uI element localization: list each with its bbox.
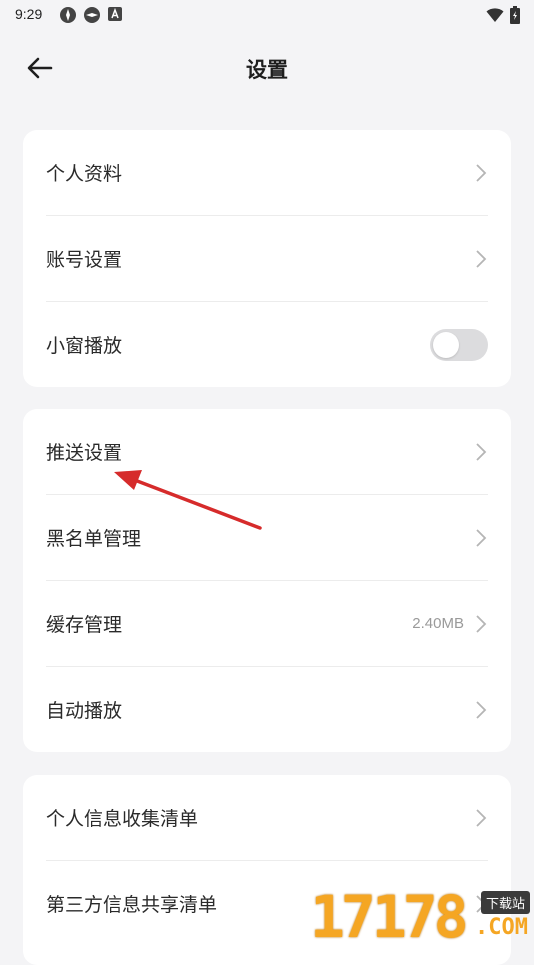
row-label: 小窗播放: [46, 335, 123, 357]
app-notification-icon: [60, 7, 76, 23]
row-label: 缓存管理: [46, 614, 123, 636]
settings-row-blacklist[interactable]: 黑名单管理: [46, 494, 488, 580]
header: 设置: [0, 40, 534, 96]
watermark-badge: 下载站: [480, 891, 530, 914]
toggle-knob: [433, 331, 459, 358]
settings-row-cache[interactable]: 缓存管理 2.40MB: [46, 580, 488, 666]
watermark-logo: 17178 下载站 .COM: [310, 885, 534, 950]
settings-row-autoplay[interactable]: 自动播放: [46, 666, 488, 752]
settings-group-general: 推送设置 黑名单管理 缓存管理 2.40MB 自动播放: [23, 409, 511, 752]
row-label: 个人信息收集清单: [46, 808, 199, 830]
status-notification-icons: [59, 6, 123, 24]
status-bar: 9:29: [0, 0, 534, 30]
watermark-digits: 17178: [310, 883, 469, 951]
app-notification-icon: [84, 7, 100, 23]
settings-row-mini-window: 小窗播放: [46, 301, 488, 387]
battery-icon: [510, 6, 520, 24]
row-label: 第三方信息共享清单: [46, 894, 218, 916]
chevron-right-icon: [474, 613, 488, 635]
settings-row-account[interactable]: 账号设置: [46, 215, 488, 301]
status-time: 9:29: [15, 6, 43, 22]
page-title: 设置: [246, 58, 288, 82]
chevron-right-icon: [474, 699, 488, 721]
chevron-right-icon: [474, 441, 488, 463]
cache-size-value: 2.40MB: [412, 615, 464, 632]
chevron-right-icon: [474, 527, 488, 549]
settings-row-profile[interactable]: 个人资料: [46, 130, 488, 215]
row-label: 推送设置: [46, 442, 123, 464]
chevron-right-icon: [474, 248, 488, 270]
status-system-icons: [486, 6, 520, 24]
row-label: 自动播放: [46, 700, 123, 722]
settings-row-push[interactable]: 推送设置: [46, 409, 488, 494]
row-label: 黑名单管理: [46, 528, 142, 550]
chevron-right-icon: [474, 807, 488, 829]
row-label: 账号设置: [46, 249, 123, 271]
row-label: 个人资料: [46, 163, 123, 185]
settings-row-info-collection[interactable]: 个人信息收集清单: [46, 775, 488, 860]
watermark-domain: .COM: [475, 915, 528, 940]
wifi-icon: [486, 8, 504, 22]
mini-window-toggle[interactable]: [430, 328, 488, 361]
chevron-right-icon: [474, 162, 488, 184]
settings-group-account: 个人资料 账号设置 小窗播放: [23, 130, 511, 387]
a-notification-icon: [108, 7, 122, 21]
